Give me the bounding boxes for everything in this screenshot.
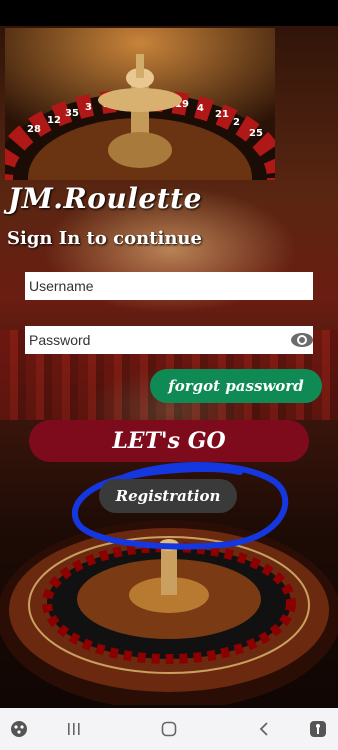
app-title: JM.Roulette	[8, 182, 202, 215]
wheel-number: 12	[47, 115, 61, 126]
sign-in-subtitle: Sign In to continue	[7, 228, 202, 249]
wheel-number: 35	[65, 108, 79, 119]
registration-button[interactable]: Registration	[99, 479, 237, 513]
login-screen: 28 12 35 3 26 19 4 21 2 25 JM.Roulette S…	[0, 0, 338, 750]
system-navigation-bar	[0, 708, 338, 750]
status-bar	[0, 0, 338, 26]
wheel-number: 3	[85, 102, 92, 113]
back-icon[interactable]	[253, 718, 275, 740]
forgot-password-button[interactable]: forgot password	[150, 369, 322, 403]
wheel-number: 25	[249, 128, 263, 139]
wheel-number: 4	[197, 103, 204, 114]
wheel-number: 21	[215, 109, 229, 120]
accessibility-icon[interactable]	[307, 718, 329, 740]
header-roulette-image: 28 12 35 3 26 19 4 21 2 25	[5, 28, 275, 180]
wheel-number: 28	[27, 124, 41, 135]
username-input[interactable]	[25, 272, 313, 300]
recents-icon[interactable]	[63, 718, 85, 740]
password-input[interactable]	[25, 326, 313, 354]
wheel-number: 2	[233, 117, 240, 128]
home-icon[interactable]	[158, 718, 180, 740]
game-launcher-icon[interactable]	[8, 718, 30, 740]
show-password-eye-icon[interactable]	[290, 330, 314, 350]
